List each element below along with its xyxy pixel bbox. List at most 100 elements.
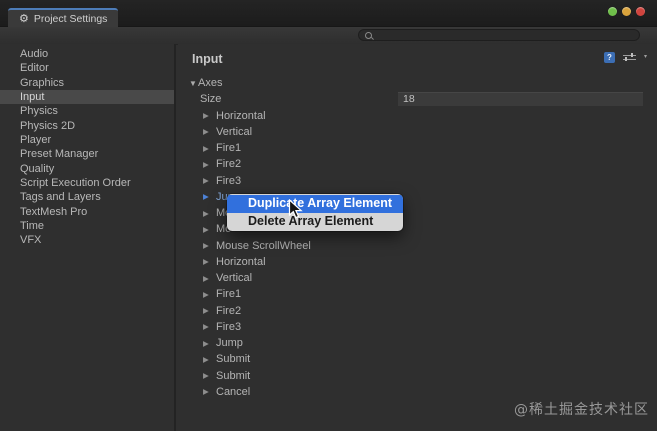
axis-row[interactable]: ▶ Fire2	[178, 303, 657, 319]
sidebar-item-textmesh-pro[interactable]: TextMesh Pro	[0, 205, 174, 219]
sidebar-item-label: Quality	[20, 162, 55, 175]
size-row: Size 18	[178, 91, 657, 107]
axis-row-label: Fire2	[216, 158, 242, 171]
sidebar-item-label: Physics 2D	[20, 119, 76, 132]
chevron-right-icon[interactable]: ▶	[203, 111, 212, 120]
chevron-right-icon[interactable]: ▶	[203, 371, 212, 380]
sidebar-item-label: TextMesh Pro	[20, 205, 88, 218]
axis-row[interactable]: ▶ Vertical	[178, 124, 657, 140]
project-settings-window: ⚙ Project Settings Audio Editor Graphics…	[0, 0, 657, 431]
chevron-right-icon[interactable]: ▶	[203, 241, 212, 250]
axis-row-label: Vertical	[216, 272, 253, 285]
sidebar-item-label: Time	[20, 220, 45, 233]
chevron-right-icon[interactable]: ▶	[203, 257, 212, 266]
axis-row-label: Fire1	[216, 142, 242, 155]
axis-row[interactable]: ▶ Mouse ScrollWheel	[178, 238, 657, 254]
chevron-right-icon[interactable]: ▶	[203, 274, 212, 283]
sidebar: Audio Editor Graphics Input Physics Phys…	[0, 44, 176, 431]
axis-row[interactable]: ▶ Cancel	[178, 384, 657, 400]
axis-rows: ▶ Horizontal ▶ Vertical ▶ Fire1 ▶ Fire2 …	[178, 108, 657, 401]
sidebar-item-vfx[interactable]: VFX	[0, 233, 174, 247]
sidebar-item-label: Script Execution Order	[20, 177, 131, 190]
axis-row-label: Horizontal	[216, 255, 266, 268]
chevron-right-icon[interactable]: ▶	[203, 127, 212, 136]
axis-row[interactable]: ▶ Submit	[178, 351, 657, 367]
chevron-right-icon[interactable]: ▶	[203, 322, 212, 331]
sidebar-item-label: Player	[20, 134, 52, 147]
chevron-right-icon[interactable]: ▶	[203, 355, 212, 364]
sidebar-item-label: Editor	[20, 62, 49, 75]
axis-row-label: Horizontal	[216, 109, 266, 122]
axis-row-label: Cancel	[216, 385, 251, 398]
presets-icon[interactable]	[622, 52, 636, 63]
sidebar-item-physics-2d[interactable]: Physics 2D	[0, 119, 174, 133]
axis-row[interactable]: ▶ Horizontal	[178, 254, 657, 270]
axis-row-label: Fire2	[216, 304, 242, 317]
axis-row[interactable]: ▶ Fire3	[178, 173, 657, 189]
sidebar-item-tags-and-layers[interactable]: Tags and Layers	[0, 190, 174, 204]
chevron-right-icon[interactable]: ▶	[203, 339, 212, 348]
help-icon[interactable]: ?	[603, 52, 615, 63]
sidebar-item-editor[interactable]: Editor	[0, 61, 174, 75]
size-label: Size	[200, 93, 222, 106]
sidebar-item-label: Input	[20, 91, 45, 104]
sidebar-item-label: Preset Manager	[20, 148, 99, 161]
gear-menu-icon[interactable]	[644, 52, 647, 63]
context-menu-item-delete-array-element[interactable]: Delete Array Element	[227, 213, 403, 231]
size-value-field[interactable]: 18	[398, 92, 643, 107]
axis-row[interactable]: ▶ Horizontal	[178, 108, 657, 124]
axes-foldout-label: Axes	[198, 77, 223, 90]
sidebar-item-input[interactable]: Input	[0, 90, 174, 105]
axis-row[interactable]: ▶ Jump	[178, 335, 657, 351]
page-title: Input	[192, 52, 223, 66]
axis-row-label: Fire1	[216, 288, 242, 301]
axis-row[interactable]: ▶ Fire3	[178, 319, 657, 335]
sidebar-item-physics[interactable]: Physics	[0, 104, 174, 118]
window-controls	[608, 7, 645, 16]
axes-foldout[interactable]: ▼ Axes	[178, 75, 657, 91]
chevron-right-icon[interactable]: ▶	[203, 160, 212, 169]
chevron-right-icon[interactable]: ▶	[203, 176, 212, 185]
sidebar-item-player[interactable]: Player	[0, 133, 174, 147]
titlebar: ⚙ Project Settings	[0, 0, 657, 28]
tab-project-settings[interactable]: ⚙ Project Settings	[8, 8, 119, 28]
settings-gear-icon: ⚙	[19, 12, 29, 25]
sidebar-item-preset-manager[interactable]: Preset Manager	[0, 147, 174, 161]
window-minimize-button[interactable]	[622, 7, 631, 16]
axis-row[interactable]: ▶ Fire1	[178, 286, 657, 302]
axis-row-label: Fire3	[216, 174, 242, 187]
context-menu-item-duplicate-array-element[interactable]: Duplicate Array Element	[227, 195, 403, 213]
axis-row[interactable]: ▶ Submit	[178, 368, 657, 384]
window-zoom-button[interactable]	[608, 7, 617, 16]
chevron-right-icon[interactable]: ▶	[203, 144, 212, 153]
sidebar-item-label: Graphics	[20, 76, 65, 89]
search-icon	[365, 32, 372, 39]
chevron-right-icon[interactable]: ▶	[203, 209, 212, 218]
axis-row-label: Submit	[216, 369, 251, 382]
axis-row-label: Fire3	[216, 320, 242, 333]
chevron-right-icon[interactable]: ▶	[203, 306, 212, 315]
window-close-button[interactable]	[636, 7, 645, 16]
axis-row[interactable]: ▶ Fire2	[178, 156, 657, 172]
sidebar-item-time[interactable]: Time	[0, 219, 174, 233]
watermark: @稀土掘金技术社区	[514, 402, 649, 418]
search-input[interactable]	[358, 29, 640, 41]
sidebar-item-script-execution-order[interactable]: Script Execution Order	[0, 176, 174, 190]
axis-row-label: Submit	[216, 353, 251, 366]
axis-row-label: Jump	[216, 337, 243, 350]
chevron-right-icon[interactable]: ▶	[203, 225, 212, 234]
sidebar-item-audio[interactable]: Audio	[0, 47, 174, 61]
sidebar-item-label: Audio	[20, 48, 49, 60]
chevron-down-icon[interactable]: ▼	[189, 79, 198, 88]
chevron-right-icon[interactable]: ▶	[203, 290, 212, 299]
axis-row-label: Mouse ScrollWheel	[216, 239, 311, 252]
axis-row[interactable]: ▶ Vertical	[178, 270, 657, 286]
sidebar-item-graphics[interactable]: Graphics	[0, 76, 174, 90]
axis-row[interactable]: ▶ Fire1	[178, 140, 657, 156]
chevron-right-icon[interactable]: ▶	[203, 387, 212, 396]
sidebar-item-label: Tags and Layers	[20, 191, 101, 204]
sidebar-item-quality[interactable]: Quality	[0, 162, 174, 176]
chevron-right-icon[interactable]: ▶	[203, 192, 212, 201]
tab-title: Project Settings	[33, 13, 108, 25]
axis-row-label: Vertical	[216, 125, 253, 138]
